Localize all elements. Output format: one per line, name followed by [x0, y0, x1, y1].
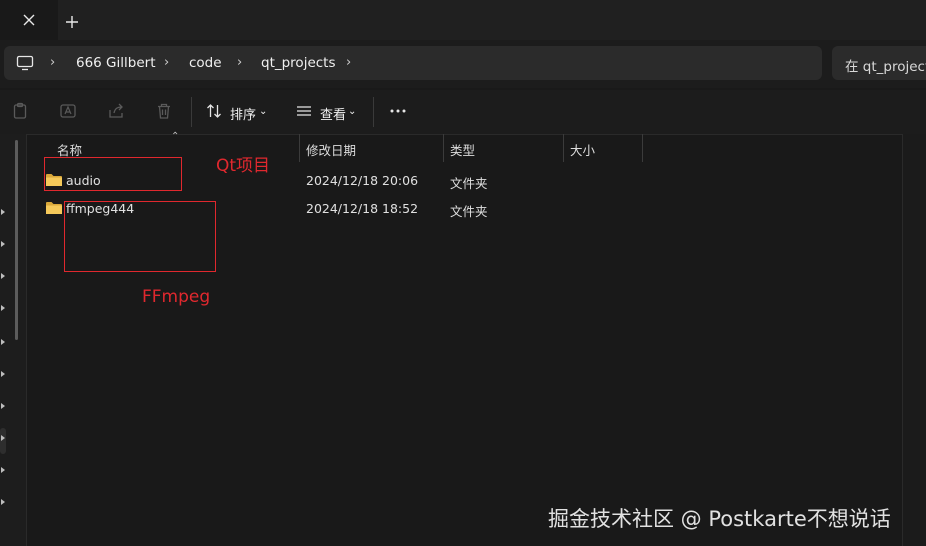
annotation-box [44, 157, 182, 191]
column-divider[interactable] [299, 134, 300, 162]
chevron-right-icon[interactable]: › [237, 55, 242, 70]
annotation-label: FFmpeg [142, 287, 211, 307]
view-button[interactable]: 查看 [320, 104, 346, 123]
search-input[interactable]: 在 qt_project [845, 55, 926, 75]
computer-icon[interactable] [16, 55, 34, 71]
column-header-size[interactable]: 大小 [570, 140, 595, 159]
chevron-down-icon[interactable]: ⌄ [348, 106, 356, 117]
clipboard-icon[interactable] [11, 102, 29, 120]
annotation-label: Qt项目 [216, 156, 271, 176]
nav-expand-arrows[interactable] [0, 205, 8, 515]
nav-scrollbar[interactable] [15, 140, 18, 340]
column-divider[interactable] [563, 134, 564, 162]
view-icon[interactable] [295, 102, 313, 120]
file-modified: 2024/12/18 18:52 [306, 201, 419, 216]
more-icon[interactable] [389, 102, 407, 120]
share-icon[interactable] [107, 102, 125, 120]
column-divider[interactable] [642, 134, 643, 162]
chevron-right-icon[interactable]: › [346, 55, 351, 70]
trash-icon[interactable] [155, 102, 173, 120]
column-header-type[interactable]: 类型 [450, 140, 475, 159]
annotation-box [64, 201, 216, 272]
breadcrumb-item[interactable]: qt_projects [261, 55, 336, 71]
toolbar-separator [373, 97, 374, 127]
sort-button[interactable]: 排序 [230, 104, 256, 123]
column-divider[interactable] [443, 134, 444, 162]
file-modified: 2024/12/18 20:06 [306, 173, 419, 188]
sort-up-icon: ⌃ [171, 131, 180, 142]
watermark: 掘金技术社区 @ Postkarte不想说话 [548, 507, 891, 531]
folder-icon [46, 202, 62, 214]
file-type: 文件夹 [450, 176, 488, 191]
rename-icon[interactable] [59, 102, 77, 120]
toolbar-separator [191, 97, 192, 127]
sort-icon[interactable] [205, 102, 223, 120]
chevron-right-icon[interactable]: › [50, 55, 55, 70]
breadcrumb-item[interactable]: code [189, 55, 222, 71]
column-header-modified[interactable]: 修改日期 [306, 140, 356, 159]
toolbar [0, 90, 926, 135]
file-type: 文件夹 [450, 204, 488, 219]
tab-strip [0, 0, 926, 40]
plus-icon[interactable] [63, 13, 81, 31]
close-icon[interactable] [20, 11, 38, 29]
vertical-scrollbar[interactable] [902, 134, 926, 546]
breadcrumb-item[interactable]: 666 Gillbert [76, 55, 156, 71]
chevron-down-icon[interactable]: ⌄ [259, 106, 267, 117]
chevron-right-icon[interactable]: › [164, 55, 169, 70]
